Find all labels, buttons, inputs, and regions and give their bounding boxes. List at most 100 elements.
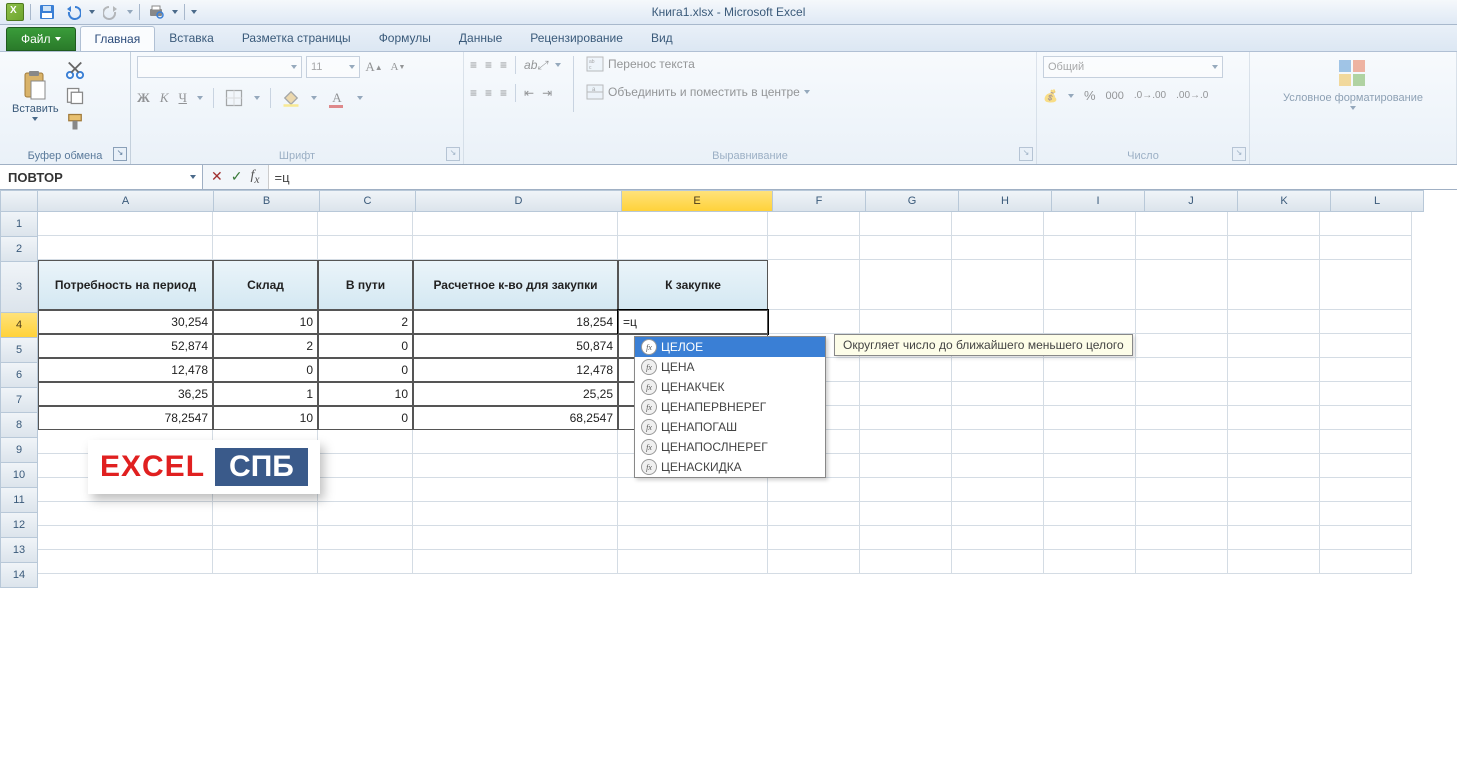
cell-J1[interactable] [1136,212,1228,236]
col-header-I[interactable]: I [1052,190,1145,212]
table-cell-r7-c1[interactable]: 1 [213,382,318,406]
cell-G13[interactable] [860,526,952,550]
ribbon-tab-1[interactable]: Вставка [155,26,228,51]
cell-I12[interactable] [1044,502,1136,526]
cell-E14[interactable] [618,550,768,574]
row-header-8[interactable]: 8 [0,413,38,438]
table-cell-r6-c3[interactable]: 12,478 [413,358,618,382]
cell-F1[interactable] [768,212,860,236]
conditional-formatting-button[interactable]: Условное форматирование [1256,56,1450,112]
excel-icon[interactable] [6,3,24,21]
row-header-14[interactable]: 14 [0,563,38,588]
align-middle-icon[interactable]: ≡ [485,58,492,72]
table-cell-r4-c1[interactable]: 10 [213,310,318,334]
cell-A12[interactable] [38,502,213,526]
copy-button[interactable] [65,86,85,106]
ribbon-tab-4[interactable]: Данные [445,26,516,51]
row-header-2[interactable]: 2 [0,237,38,262]
orientation-button[interactable]: ab⤢ [524,58,547,73]
cell-B12[interactable] [213,502,318,526]
cell-I3[interactable] [1044,260,1136,310]
cell-J6[interactable] [1136,358,1228,382]
undo-dropdown-icon[interactable] [89,10,95,14]
cell-L9[interactable] [1320,430,1412,454]
cell-E11[interactable] [618,478,768,502]
cell-K4[interactable] [1228,310,1320,334]
merge-center-button[interactable]: a Объединить и поместить в центре [586,84,810,100]
table-cell-r6-c0[interactable]: 12,478 [38,358,213,382]
col-header-J[interactable]: J [1145,190,1238,212]
ribbon-tab-3[interactable]: Формулы [365,26,445,51]
underline-dropdown-icon[interactable] [197,96,203,100]
ribbon-tab-5[interactable]: Рецензирование [516,26,637,51]
number-dialog-launcher[interactable]: ↘ [1232,147,1246,161]
cell-I2[interactable] [1044,236,1136,260]
cell-H7[interactable] [952,382,1044,406]
table-cell-r6-c1[interactable]: 0 [213,358,318,382]
underline-button[interactable]: Ч [179,90,187,106]
cell-L13[interactable] [1320,526,1412,550]
row-header-12[interactable]: 12 [0,513,38,538]
cell-D12[interactable] [413,502,618,526]
cell-F13[interactable] [768,526,860,550]
cell-C12[interactable] [318,502,413,526]
cell-D10[interactable] [413,454,618,478]
table-cell-r5-c1[interactable]: 2 [213,334,318,358]
cell-G8[interactable] [860,406,952,430]
table-header-3[interactable]: Расчетное к-во для закупки [413,260,618,310]
cell-K8[interactable] [1228,406,1320,430]
alignment-dialog-launcher[interactable]: ↘ [1019,147,1033,161]
cell-L10[interactable] [1320,454,1412,478]
row-header-3[interactable]: 3 [0,262,38,313]
col-header-A[interactable]: A [38,190,214,212]
table-cell-r8-c0[interactable]: 78,2547 [38,406,213,430]
percent-format-button[interactable]: % [1084,88,1096,103]
row-header-4[interactable]: 4 [0,313,38,338]
cell-A14[interactable] [38,550,213,574]
undo-button[interactable] [63,2,83,22]
cell-L11[interactable] [1320,478,1412,502]
align-right-icon[interactable]: ≡ [500,86,507,100]
col-header-G[interactable]: G [866,190,959,212]
row-header-10[interactable]: 10 [0,463,38,488]
cell-G11[interactable] [860,478,952,502]
name-box-dropdown-icon[interactable] [190,175,196,179]
cell-L14[interactable] [1320,550,1412,574]
row-header-11[interactable]: 11 [0,488,38,513]
cell-I14[interactable] [1044,550,1136,574]
cell-D13[interactable] [413,526,618,550]
cell-J9[interactable] [1136,430,1228,454]
cell-K5[interactable] [1228,334,1320,358]
print-dropdown-icon[interactable] [172,10,178,14]
row-header-5[interactable]: 5 [0,338,38,363]
cell-J4[interactable] [1136,310,1228,334]
font-color-button[interactable]: A [327,88,347,108]
font-color-dropdown-icon[interactable] [357,96,363,100]
cell-K11[interactable] [1228,478,1320,502]
cell-C13[interactable] [318,526,413,550]
cell-G10[interactable] [860,454,952,478]
decrease-indent-button[interactable]: ⇤ [524,86,534,100]
cell-E12[interactable] [618,502,768,526]
cell-A2[interactable] [38,236,213,260]
cell-J12[interactable] [1136,502,1228,526]
autocomplete-item-1[interactable]: fxЦЕНА [635,357,825,377]
name-box-input[interactable] [6,169,190,186]
cell-I10[interactable] [1044,454,1136,478]
cell-L4[interactable] [1320,310,1412,334]
cell-J10[interactable] [1136,454,1228,478]
cell-H1[interactable] [952,212,1044,236]
cell-D11[interactable] [413,478,618,502]
table-header-4[interactable]: К закупке [618,260,768,310]
fill-dropdown-icon[interactable] [311,96,317,100]
cell-G3[interactable] [860,260,952,310]
col-header-C[interactable]: C [320,190,416,212]
table-cell-r4-c3[interactable]: 18,254 [413,310,618,334]
format-painter-button[interactable] [65,112,85,132]
redo-button[interactable] [101,2,121,22]
formula-autocomplete[interactable]: fxЦЕЛОЕfxЦЕНАfxЦЕНАКЧЕКfxЦЕНАПЕРВНЕРЕГfx… [634,336,826,478]
cell-I9[interactable] [1044,430,1136,454]
row-header-1[interactable]: 1 [0,212,38,237]
borders-button[interactable] [224,88,244,108]
col-header-H[interactable]: H [959,190,1052,212]
